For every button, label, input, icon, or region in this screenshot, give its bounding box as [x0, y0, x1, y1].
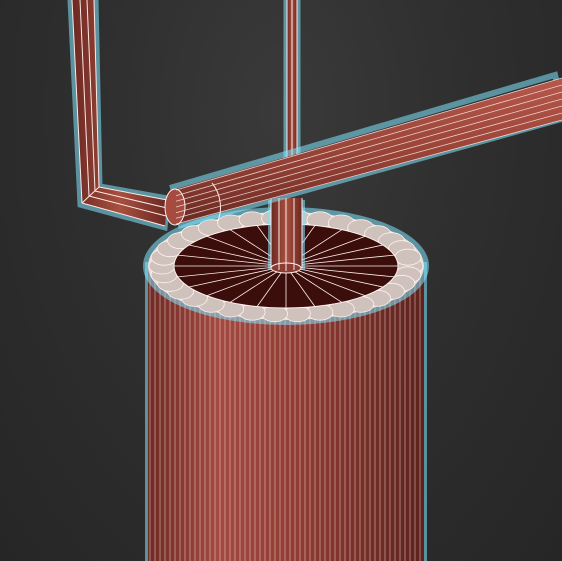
cap-scallop — [394, 248, 422, 266]
center-spindle[interactable] — [268, 198, 305, 274]
viewport-scene[interactable] — [0, 0, 562, 561]
horizontal-pipe[interactable] — [164, 71, 562, 229]
pipe-wire-line — [175, 105, 562, 214]
3d-viewport[interactable] — [0, 0, 562, 561]
vertical-rod[interactable] — [283, 0, 301, 168]
pipe-wire-line — [175, 91, 562, 202]
bent-pipe[interactable] — [67, 0, 171, 232]
pipe-wire-line — [175, 84, 562, 197]
pipe-wire-line — [175, 98, 562, 208]
